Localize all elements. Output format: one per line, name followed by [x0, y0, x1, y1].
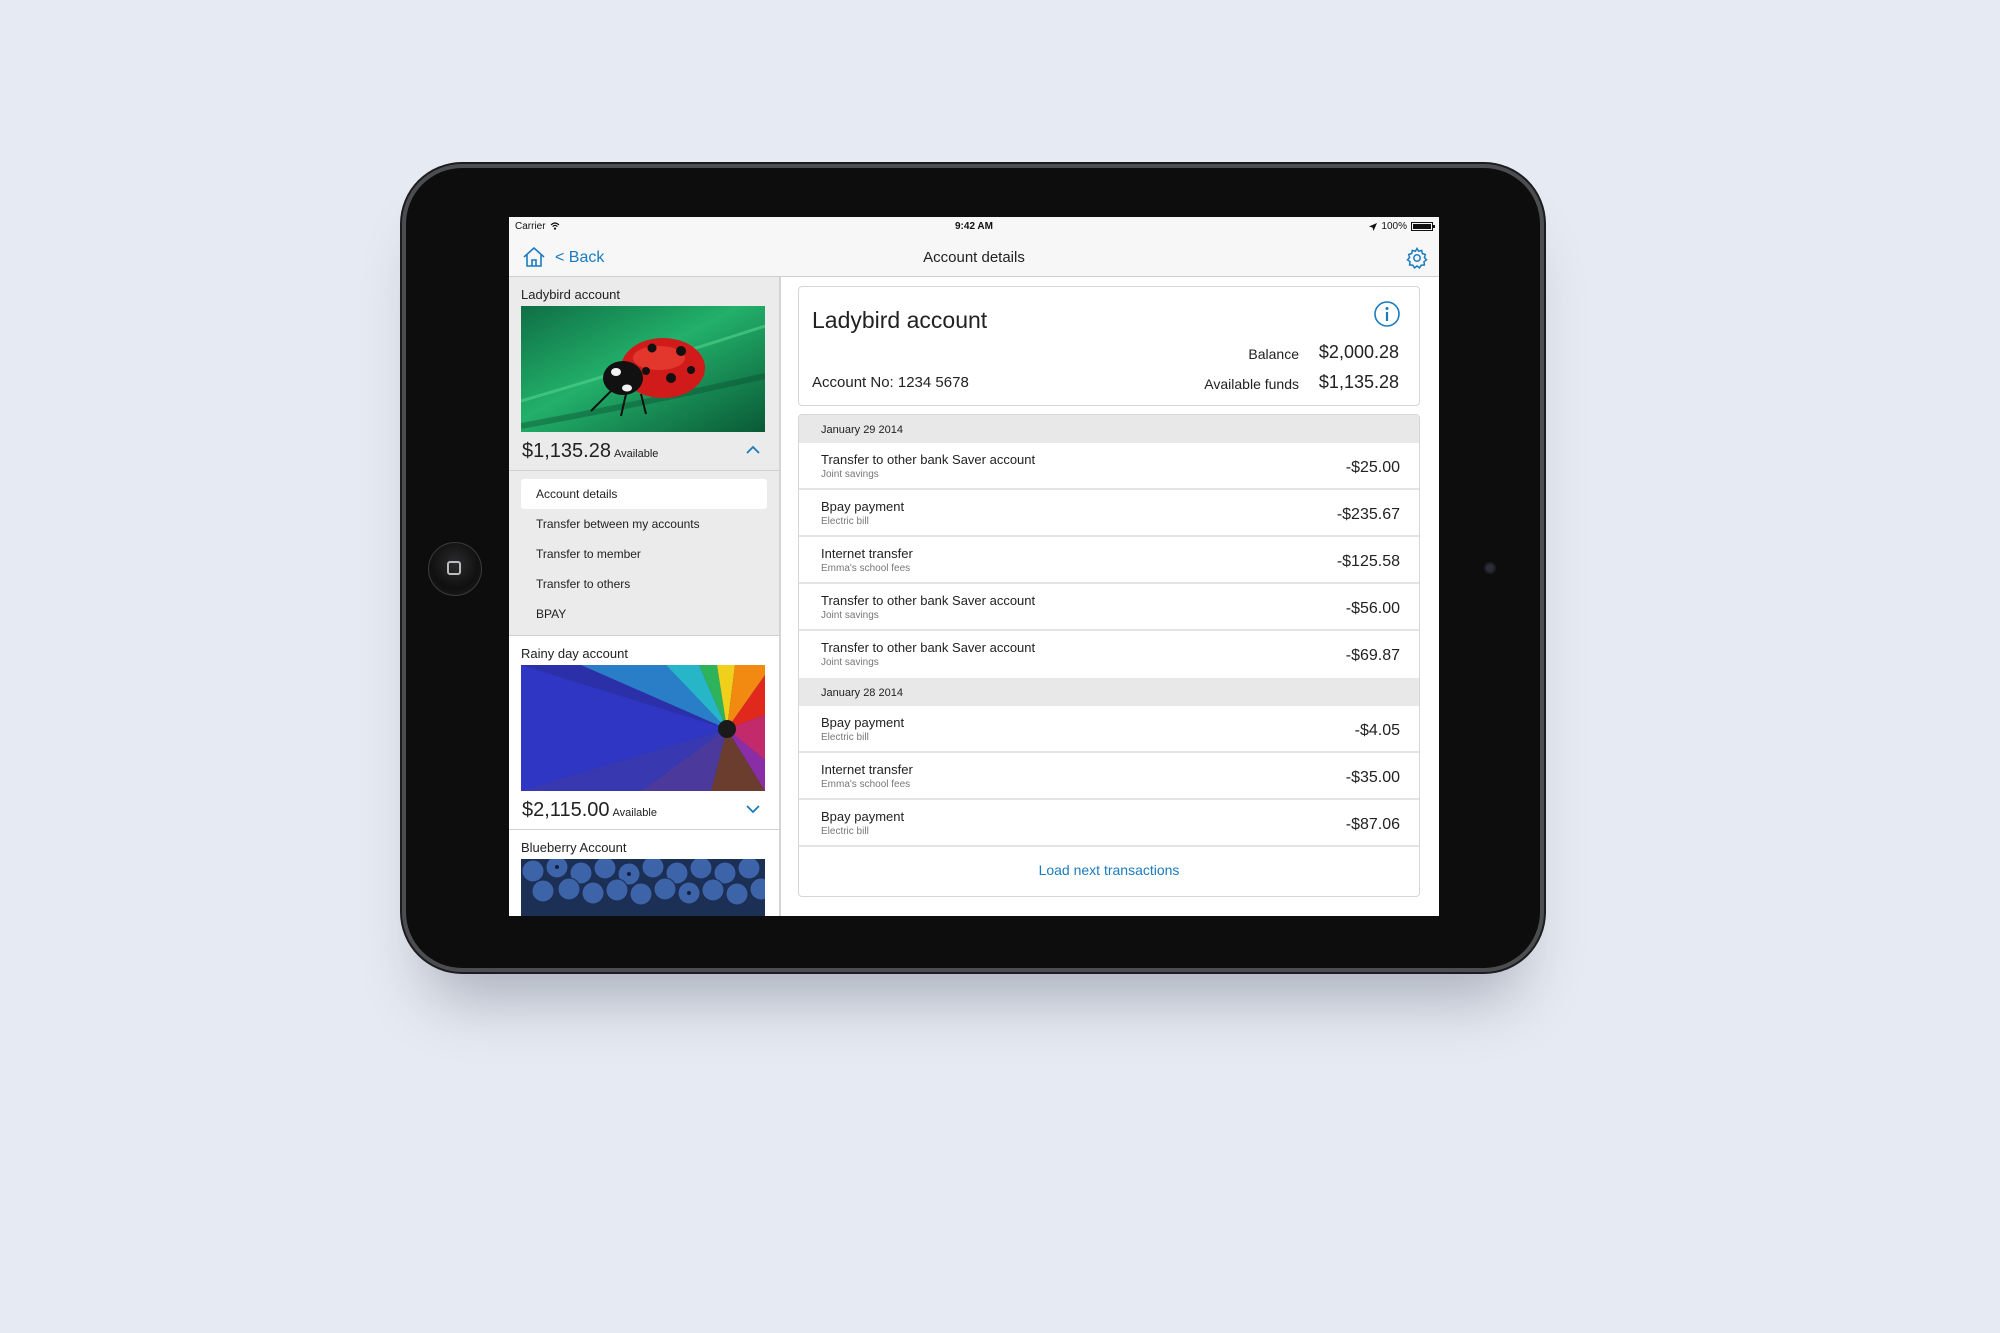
transaction-title: Internet transfer — [821, 546, 913, 561]
account-name: Ladybird account — [521, 287, 621, 302]
account-available: $1,135.28 Available — [521, 432, 767, 470]
account-card-ladybird[interactable]: Ladybird account $1,135.28 Available — [509, 277, 779, 471]
menu-item-transfer-between[interactable]: Transfer between my accounts — [521, 509, 767, 539]
menu-item-account-details[interactable]: Account details — [521, 479, 767, 509]
transaction-amount: -$69.87 — [1345, 647, 1400, 664]
transaction-subtitle: Electric bill — [821, 516, 869, 527]
page-title: Account details — [923, 249, 1025, 266]
status-bar: Carrier 9:42 AM 100% — [509, 217, 1439, 237]
transaction-row[interactable]: Bpay payment Electric bill -$87.06 — [799, 800, 1419, 847]
location-arrow-icon — [1369, 222, 1378, 231]
transaction-amount: -$235.67 — [1336, 506, 1400, 523]
transaction-amount: -$25.00 — [1345, 459, 1400, 476]
transaction-row[interactable]: Transfer to other bank Saver account Joi… — [799, 631, 1419, 678]
battery-icon — [1411, 222, 1435, 231]
transactions-list: January 29 2014 Transfer to other bank S… — [798, 414, 1420, 897]
transaction-title: Bpay payment — [821, 715, 905, 730]
date-header: January 29 2014 — [799, 415, 1419, 443]
screen: Carrier 9:42 AM 100% < Back Account deta… — [509, 217, 1439, 916]
account-title: Ladybird account — [812, 307, 988, 333]
transaction-row[interactable]: Bpay payment Electric bill -$235.67 — [799, 490, 1419, 537]
home-hardware-button[interactable] — [428, 542, 482, 596]
transaction-title: Transfer to other bank Saver account — [821, 593, 1036, 608]
transaction-row[interactable]: Transfer to other bank Saver account Joi… — [799, 443, 1419, 490]
available-label: Available — [612, 807, 657, 819]
account-card-rainy-day[interactable]: Rainy day account $2,115.00 Available — [509, 635, 779, 830]
account-available: $2,115.00 Available — [521, 791, 767, 829]
transaction-title: Bpay payment — [821, 809, 905, 824]
transaction-title: Transfer to other bank Saver account — [821, 452, 1036, 467]
menu-item-transfer-member[interactable]: Transfer to member — [521, 539, 767, 569]
status-right: 100% — [1369, 221, 1435, 232]
chevron-up-icon[interactable] — [745, 445, 761, 455]
transaction-subtitle: Electric bill — [821, 732, 869, 743]
clock: 9:42 AM — [955, 221, 993, 232]
nav-bar: < Back Account details — [509, 237, 1439, 277]
transaction-amount: -$125.58 — [1336, 553, 1400, 570]
load-more-button[interactable]: Load next transactions — [799, 847, 1419, 893]
transaction-row[interactable]: Transfer to other bank Saver account Joi… — [799, 584, 1419, 631]
account-menu: Account details Transfer between my acco… — [509, 471, 779, 635]
tablet-device: Carrier 9:42 AM 100% < Back Account deta… — [406, 168, 1540, 968]
transaction-subtitle: Joint savings — [821, 657, 879, 668]
ladybird-image — [521, 306, 765, 432]
transaction-amount: -$56.00 — [1345, 600, 1400, 617]
transaction-row[interactable]: Internet transfer Emma's school fees -$3… — [799, 753, 1419, 800]
available-funds-label: Available funds — [1204, 376, 1299, 392]
transaction-subtitle: Electric bill — [821, 826, 869, 837]
account-number: Account No: 1234 5678 — [812, 374, 969, 391]
available-amount: $2,115.00 Available — [522, 799, 657, 821]
gear-icon[interactable] — [1405, 246, 1429, 270]
transaction-amount: -$4.05 — [1354, 722, 1400, 739]
transaction-subtitle: Emma's school fees — [821, 563, 911, 574]
menu-item-bpay[interactable]: BPAY — [521, 599, 767, 629]
camera-icon — [1484, 562, 1496, 574]
home-square-icon — [447, 561, 461, 575]
chevron-down-icon[interactable] — [745, 804, 761, 814]
transaction-title: Bpay payment — [821, 499, 905, 514]
divider — [509, 470, 779, 471]
balance-value: $2,000.28 — [1318, 342, 1399, 362]
transaction-subtitle: Joint savings — [821, 469, 879, 480]
menu-item-transfer-others[interactable]: Transfer to others — [521, 569, 767, 599]
accounts-sidebar: Ladybird account $1,135.28 Available Acc… — [509, 277, 781, 916]
account-card-blueberry[interactable]: Blueberry Account — [509, 830, 779, 916]
transaction-subtitle: Joint savings — [821, 610, 879, 621]
available-funds-value: $1,135.28 — [1318, 372, 1399, 392]
transaction-amount: -$87.06 — [1345, 816, 1400, 833]
umbrella-image — [521, 665, 765, 791]
transaction-row[interactable]: Bpay payment Electric bill -$4.05 — [799, 706, 1419, 753]
transaction-subtitle: Emma's school fees — [821, 779, 911, 790]
transaction-title: Transfer to other bank Saver account — [821, 640, 1036, 655]
account-summary-card: Ladybird account Balance $2,000.28 Accou… — [798, 286, 1420, 406]
transaction-amount: -$35.00 — [1345, 769, 1400, 786]
blueberry-image — [521, 859, 765, 916]
info-icon[interactable] — [1373, 300, 1401, 328]
transaction-title: Internet transfer — [821, 762, 913, 777]
transaction-row[interactable]: Internet transfer Emma's school fees -$1… — [799, 537, 1419, 584]
account-name: Blueberry Account — [521, 840, 627, 855]
available-amount: $1,135.28 Available — [522, 440, 659, 462]
battery-percent: 100% — [1381, 221, 1407, 232]
account-detail-panel: Ladybird account Balance $2,000.28 Accou… — [781, 277, 1439, 916]
available-label: Available — [613, 448, 659, 460]
date-header: January 28 2014 — [799, 678, 1419, 706]
balance-label: Balance — [1248, 346, 1299, 362]
account-name: Rainy day account — [521, 646, 628, 661]
